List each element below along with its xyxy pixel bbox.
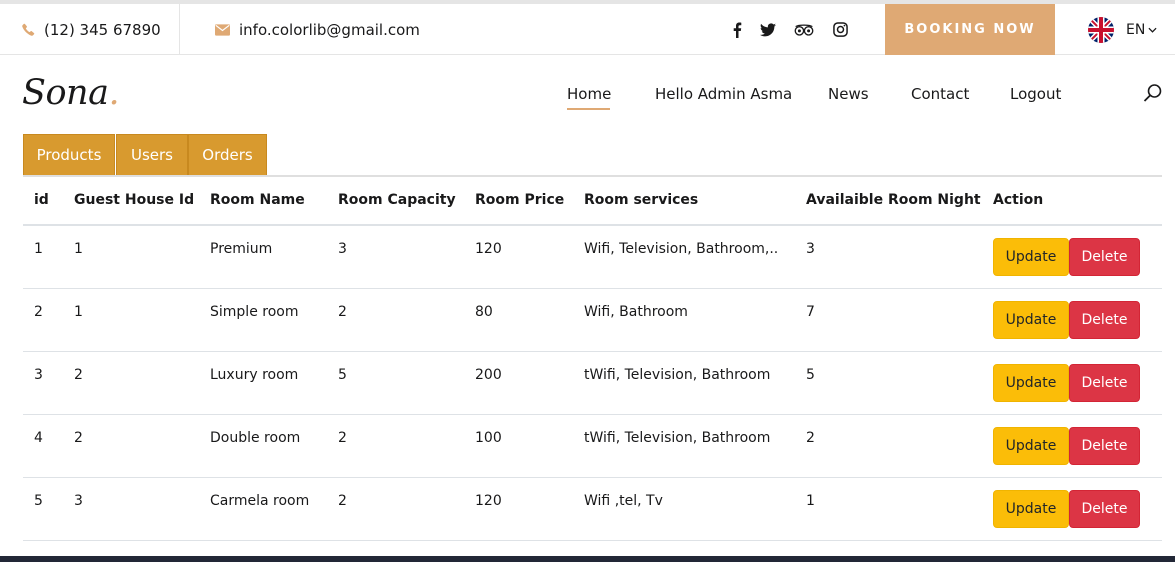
- email-address: info.colorlib@gmail.com: [239, 20, 420, 39]
- cell-room-services: tWifi, Television, Bathroom: [584, 367, 771, 383]
- update-button[interactable]: Update: [993, 427, 1069, 465]
- nav-contact[interactable]: Contact: [911, 85, 969, 103]
- cell-id: 2: [34, 304, 43, 320]
- site-logo[interactable]: Sona.: [22, 73, 120, 113]
- cell-room-services: Wifi ,tel, Tv: [584, 493, 663, 509]
- booking-now-button[interactable]: BOOKING NOW: [885, 4, 1055, 55]
- social-instagram[interactable]: [831, 4, 849, 55]
- column-header: Availaible Room Night: [806, 192, 981, 208]
- tripadvisor-icon[interactable]: [794, 21, 814, 39]
- cell-room-price: 100: [475, 430, 502, 446]
- cell-room-name: Simple room: [210, 304, 299, 320]
- language-selector[interactable]: EN: [1088, 4, 1157, 55]
- topbar-divider: [179, 4, 180, 55]
- cell-room-nights: 5: [806, 367, 815, 383]
- cell-room-nights: 2: [806, 430, 815, 446]
- column-header: Action: [993, 192, 1044, 208]
- table-row: 3 2 Luxury room 5 200 tWifi, Television,…: [23, 352, 1162, 415]
- column-header: Guest House Id: [74, 192, 195, 208]
- nav-logout[interactable]: Logout: [1010, 85, 1061, 103]
- column-header: Room Price: [475, 192, 565, 208]
- table-row: 4 2 Double room 2 100 tWifi, Television,…: [23, 415, 1162, 478]
- delete-button[interactable]: Delete: [1069, 490, 1140, 528]
- footer-bar: [0, 556, 1175, 562]
- column-header: id: [34, 192, 49, 208]
- table-row: 2 1 Simple room 2 80 Wifi, Bathroom 7 Up…: [23, 289, 1162, 352]
- phone-contact[interactable]: (12) 345 67890: [22, 4, 161, 55]
- nav-hello-admin[interactable]: Hello Admin Asma: [655, 85, 792, 103]
- table-row: 1 1 Premium 3 120 Wifi, Television, Bath…: [23, 226, 1162, 289]
- cell-room-services: Wifi, Bathroom: [584, 304, 688, 320]
- chevron-down-icon: [1148, 27, 1157, 33]
- cell-id: 1: [34, 241, 43, 257]
- table-header: id Guest House Id Room Name Room Capacit…: [23, 177, 1162, 226]
- cell-room-nights: 7: [806, 304, 815, 320]
- instagram-icon[interactable]: [831, 21, 849, 39]
- language-label: EN: [1126, 21, 1146, 38]
- cell-guest-house-id: 2: [74, 430, 83, 446]
- update-button[interactable]: Update: [993, 490, 1069, 528]
- table-row: 5 3 Carmela room 2 120 Wifi ,tel, Tv 1 U…: [23, 478, 1162, 541]
- tab-products[interactable]: Products: [23, 134, 115, 176]
- phone-icon: [22, 23, 35, 36]
- cell-id: 5: [34, 493, 43, 509]
- nav-active-indicator: [567, 108, 610, 110]
- facebook-icon[interactable]: [728, 21, 746, 39]
- cell-guest-house-id: 1: [74, 241, 83, 257]
- cell-guest-house-id: 2: [74, 367, 83, 383]
- search-icon[interactable]: [1143, 83, 1165, 105]
- social-tripadvisor[interactable]: [794, 4, 814, 55]
- cell-room-price: 80: [475, 304, 493, 320]
- cell-room-capacity: 2: [338, 493, 347, 509]
- delete-button[interactable]: Delete: [1069, 238, 1140, 276]
- column-header: Room services: [584, 192, 699, 208]
- cell-room-services: tWifi, Television, Bathroom: [584, 430, 771, 446]
- cell-room-name: Premium: [210, 241, 273, 257]
- tab-orders[interactable]: Orders: [188, 134, 267, 176]
- logo-text: Sona: [22, 73, 109, 113]
- cell-room-name: Double room: [210, 430, 301, 446]
- cell-guest-house-id: 1: [74, 304, 83, 320]
- email-contact[interactable]: info.colorlib@gmail.com: [215, 4, 420, 55]
- column-header: Room Capacity: [338, 192, 456, 208]
- update-button[interactable]: Update: [993, 364, 1069, 402]
- top-bar: (12) 345 67890 info.colorlib@gmail.com B…: [0, 4, 1175, 55]
- cell-id: 3: [34, 367, 43, 383]
- cell-room-capacity: 3: [338, 241, 347, 257]
- cell-room-nights: 1: [806, 493, 815, 509]
- envelope-icon: [215, 23, 230, 36]
- cell-room-nights: 3: [806, 241, 815, 257]
- logo-dot: .: [108, 73, 120, 113]
- social-twitter[interactable]: [759, 4, 777, 55]
- cell-guest-house-id: 3: [74, 493, 83, 509]
- cell-room-capacity: 2: [338, 430, 347, 446]
- delete-button[interactable]: Delete: [1069, 301, 1140, 339]
- tab-users[interactable]: Users: [116, 134, 188, 176]
- delete-button[interactable]: Delete: [1069, 364, 1140, 402]
- uk-flag-icon: [1088, 16, 1114, 43]
- cell-room-price: 120: [475, 493, 502, 509]
- nav-home[interactable]: Home: [567, 85, 611, 103]
- nav-news[interactable]: News: [828, 85, 869, 103]
- cell-room-capacity: 2: [338, 304, 347, 320]
- phone-number: (12) 345 67890: [44, 20, 161, 39]
- cell-room-price: 200: [475, 367, 502, 383]
- rooms-table: id Guest House Id Room Name Room Capacit…: [23, 177, 1162, 541]
- cell-room-services: Wifi, Television, Bathroom,..: [584, 241, 779, 257]
- cell-id: 4: [34, 430, 43, 446]
- cell-room-name: Carmela room: [210, 493, 310, 509]
- update-button[interactable]: Update: [993, 238, 1069, 276]
- social-facebook[interactable]: [728, 4, 746, 55]
- twitter-icon[interactable]: [759, 21, 777, 39]
- cell-room-capacity: 5: [338, 367, 347, 383]
- update-button[interactable]: Update: [993, 301, 1069, 339]
- cell-room-price: 120: [475, 241, 502, 257]
- cell-room-name: Luxury room: [210, 367, 299, 383]
- column-header: Room Name: [210, 192, 305, 208]
- delete-button[interactable]: Delete: [1069, 427, 1140, 465]
